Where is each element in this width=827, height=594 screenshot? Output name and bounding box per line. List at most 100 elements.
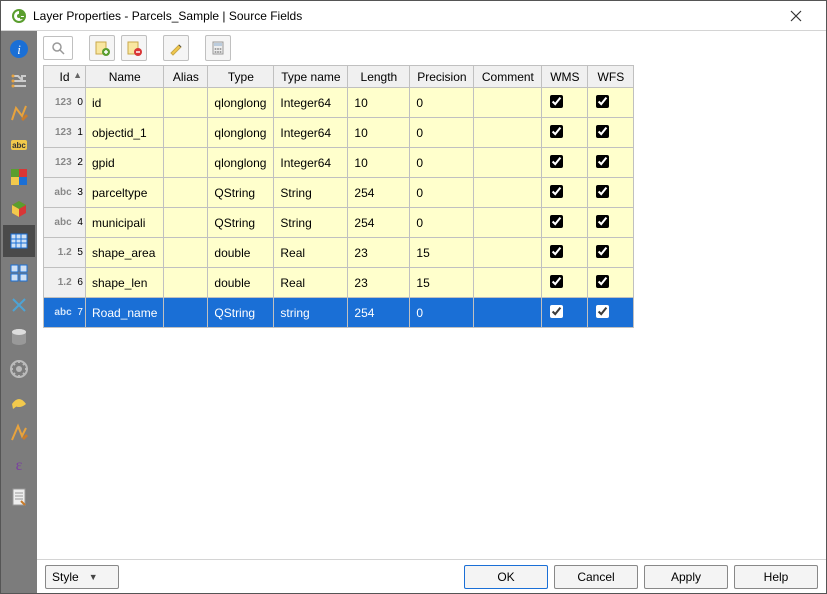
style-label: Style — [52, 570, 79, 584]
col-comment[interactable]: Comment — [474, 66, 542, 88]
sidebar-item-attributesform[interactable] — [3, 257, 35, 289]
type-tag: 123 — [55, 127, 72, 138]
cell-wms — [542, 178, 588, 208]
window-title: Layer Properties - Parcels_Sample | Sour… — [33, 9, 776, 23]
apply-button[interactable]: Apply — [644, 565, 728, 589]
wms-checkbox[interactable] — [550, 185, 563, 198]
sidebar-item-information[interactable]: i — [3, 33, 35, 65]
cell-name: gpid — [86, 148, 164, 178]
cell-typename: String — [274, 208, 348, 238]
row-header[interactable]: 123 0 — [44, 88, 86, 118]
layer-properties-window: Layer Properties - Parcels_Sample | Sour… — [0, 0, 827, 594]
sidebar-item-joins[interactable] — [3, 289, 35, 321]
row-header[interactable]: 1.2 5 — [44, 238, 86, 268]
table-row[interactable]: 123 1objectid_1qlonglongInteger64100 — [44, 118, 634, 148]
sidebar-item-actions[interactable] — [3, 353, 35, 385]
delete-field-button[interactable] — [121, 35, 147, 61]
sidebar-item-source[interactable] — [3, 65, 35, 97]
table-row[interactable]: 1.2 6shape_lendoubleReal2315 — [44, 268, 634, 298]
col-precision[interactable]: Precision — [410, 66, 474, 88]
cell-type: qlonglong — [208, 88, 274, 118]
wms-checkbox[interactable] — [550, 275, 563, 288]
cell-precision: 0 — [410, 118, 474, 148]
row-header[interactable]: 123 2 — [44, 148, 86, 178]
cell-name: municipali — [86, 208, 164, 238]
table-row[interactable]: 123 0idqlonglongInteger64100 — [44, 88, 634, 118]
cell-wfs — [588, 178, 634, 208]
cell-comment — [474, 298, 542, 328]
cell-typename: Real — [274, 268, 348, 298]
table-row[interactable]: abc 7Road_nameQStringstring2540 — [44, 298, 634, 328]
help-button[interactable]: Help — [734, 565, 818, 589]
cell-alias — [164, 238, 208, 268]
field-calculator-button[interactable] — [205, 35, 231, 61]
sidebar-item-symbology[interactable] — [3, 97, 35, 129]
sidebar-item-diagrams[interactable] — [3, 161, 35, 193]
cell-typename: string — [274, 298, 348, 328]
cell-wms — [542, 118, 588, 148]
cell-alias — [164, 178, 208, 208]
sidebar-item-3dview[interactable] — [3, 193, 35, 225]
wfs-checkbox[interactable] — [596, 185, 609, 198]
wfs-checkbox[interactable] — [596, 305, 609, 318]
ok-button[interactable]: OK — [464, 565, 548, 589]
col-name[interactable]: Name — [86, 66, 164, 88]
cell-comment — [474, 268, 542, 298]
table-row[interactable]: 1.2 5shape_areadoubleReal2315 — [44, 238, 634, 268]
type-tag: 123 — [55, 97, 72, 108]
close-button[interactable] — [776, 2, 816, 30]
cancel-button[interactable]: Cancel — [554, 565, 638, 589]
fields-table-wrap: Id▲ Name Alias Type Type name Length Pre… — [37, 65, 826, 559]
search-input[interactable] — [43, 36, 73, 60]
wfs-checkbox[interactable] — [596, 245, 609, 258]
col-id[interactable]: Id▲ — [44, 66, 86, 88]
table-row[interactable]: 123 2gpidqlonglongInteger64100 — [44, 148, 634, 178]
col-length[interactable]: Length — [348, 66, 410, 88]
col-alias[interactable]: Alias — [164, 66, 208, 88]
sidebar-item-variables[interactable]: ε — [3, 449, 35, 481]
wfs-checkbox[interactable] — [596, 155, 609, 168]
search-icon — [51, 41, 65, 55]
col-wms[interactable]: WMS — [542, 66, 588, 88]
wms-checkbox[interactable] — [550, 95, 563, 108]
sidebar-item-display[interactable] — [3, 385, 35, 417]
row-header[interactable]: 123 1 — [44, 118, 86, 148]
col-wfs[interactable]: WFS — [588, 66, 634, 88]
row-header[interactable]: abc 3 — [44, 178, 86, 208]
cell-type: double — [208, 268, 274, 298]
sidebar-item-labels[interactable]: abc — [3, 129, 35, 161]
new-field-button[interactable] — [89, 35, 115, 61]
cell-name: Road_name — [86, 298, 164, 328]
table-row[interactable]: abc 4municipaliQStringString2540 — [44, 208, 634, 238]
wfs-checkbox[interactable] — [596, 275, 609, 288]
wfs-checkbox[interactable] — [596, 125, 609, 138]
row-header[interactable]: 1.2 6 — [44, 268, 86, 298]
style-menu-button[interactable]: Style ▼ — [45, 565, 119, 589]
sidebar-item-rendering[interactable] — [3, 417, 35, 449]
col-typename[interactable]: Type name — [274, 66, 348, 88]
wms-checkbox[interactable] — [550, 125, 563, 138]
sidebar-item-sourcefields[interactable] — [3, 225, 35, 257]
col-type[interactable]: Type — [208, 66, 274, 88]
cell-wfs — [588, 148, 634, 178]
cell-precision: 15 — [410, 268, 474, 298]
row-header[interactable]: abc 7 — [44, 298, 86, 328]
wfs-checkbox[interactable] — [596, 95, 609, 108]
titlebar: Layer Properties - Parcels_Sample | Sour… — [1, 1, 826, 31]
cell-length: 10 — [348, 148, 410, 178]
qgis-icon — [11, 8, 27, 24]
sidebar-item-auxstorage[interactable] — [3, 321, 35, 353]
wms-checkbox[interactable] — [550, 245, 563, 258]
table-header-row: Id▲ Name Alias Type Type name Length Pre… — [44, 66, 634, 88]
wfs-checkbox[interactable] — [596, 215, 609, 228]
wms-checkbox[interactable] — [550, 155, 563, 168]
wms-checkbox[interactable] — [550, 215, 563, 228]
type-tag: abc — [54, 217, 71, 228]
wms-checkbox[interactable] — [550, 305, 563, 318]
table-row[interactable]: abc 3parceltypeQStringString2540 — [44, 178, 634, 208]
fields-table: Id▲ Name Alias Type Type name Length Pre… — [43, 65, 634, 328]
row-header[interactable]: abc 4 — [44, 208, 86, 238]
toggle-editing-button[interactable] — [163, 35, 189, 61]
cell-name: shape_area — [86, 238, 164, 268]
sidebar-item-metadata[interactable] — [3, 481, 35, 513]
